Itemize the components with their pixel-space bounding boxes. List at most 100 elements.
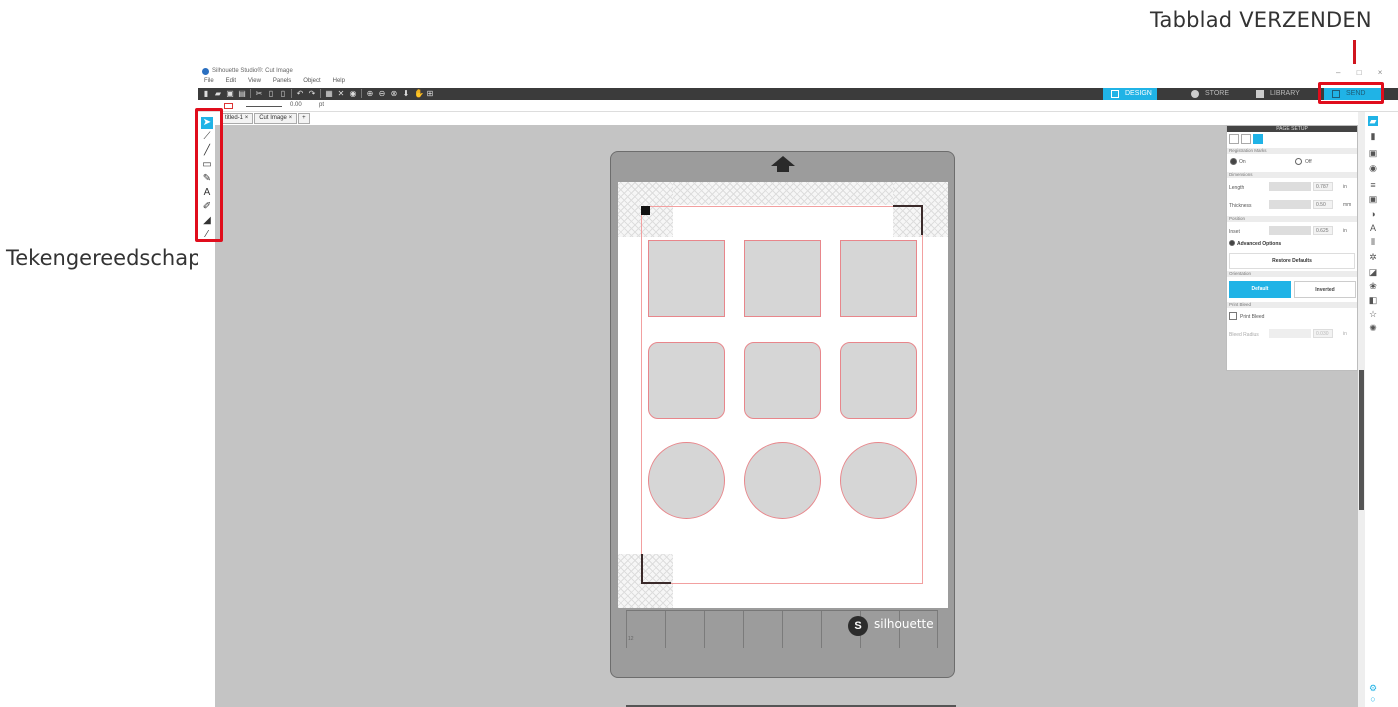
- zoom-in-icon[interactable]: ⊕: [366, 89, 374, 98]
- rounded-square-shape[interactable]: [648, 342, 725, 419]
- mat-grid-line: [782, 611, 783, 648]
- doc-tab-cut-image[interactable]: Cut Image ×: [254, 113, 298, 124]
- cutting-mat: S silhouette 12: [610, 151, 955, 678]
- advanced-options-toggle[interactable]: Advanced Options: [1237, 241, 1281, 247]
- menu-file[interactable]: File: [204, 78, 214, 88]
- panel-tab-page-icon[interactable]: [1229, 134, 1239, 144]
- circle-shape[interactable]: [648, 442, 725, 519]
- thickness-slider[interactable]: [1269, 200, 1311, 209]
- section-position: Position: [1227, 216, 1357, 222]
- line-style-selector[interactable]: [246, 106, 282, 107]
- redo-icon[interactable]: ↷: [308, 89, 316, 98]
- print-icon[interactable]: ▤: [238, 89, 246, 98]
- fill-icon[interactable]: ▣: [1368, 194, 1378, 204]
- open-folder-icon[interactable]: ▰: [214, 89, 222, 98]
- inset-slider[interactable]: [1269, 226, 1311, 235]
- rounded-square-shape[interactable]: [840, 342, 917, 419]
- new-file-icon[interactable]: ▮: [202, 89, 210, 98]
- bleed-radius-input[interactable]: 0.030: [1313, 329, 1333, 338]
- square-shape[interactable]: [744, 240, 821, 317]
- store-panel-icon[interactable]: ◉: [1368, 163, 1378, 173]
- square-shape[interactable]: [648, 240, 725, 317]
- menu-help[interactable]: Help: [333, 78, 345, 88]
- length-slider[interactable]: [1269, 182, 1311, 191]
- menu-view[interactable]: View: [248, 78, 261, 88]
- fit-page-icon[interactable]: ⊞: [426, 89, 434, 98]
- orientation-default-button[interactable]: Default: [1229, 281, 1291, 298]
- line-style-icon[interactable]: ≡: [1368, 180, 1378, 190]
- property-bar: 0.00 pt: [198, 100, 1398, 112]
- restore-defaults-button[interactable]: Restore Defaults: [1229, 253, 1355, 269]
- inset-input[interactable]: 0.625: [1313, 226, 1333, 235]
- close-tab-icon[interactable]: ×: [245, 115, 249, 121]
- screenshot-root: Tabblad VERZENDEN Tekengereedschap Silho…: [0, 0, 1398, 707]
- tab-design[interactable]: DESIGN: [1103, 88, 1157, 100]
- transparency-icon[interactable]: ◑: [1368, 209, 1378, 219]
- doc-tab-untitled[interactable]: titled-1 ×: [220, 113, 254, 124]
- save-icon[interactable]: ▣: [226, 89, 234, 98]
- undo-icon[interactable]: ↶: [296, 89, 304, 98]
- section-print-bleed: Print Bleed: [1227, 302, 1357, 308]
- line-width-input[interactable]: 0.00: [290, 102, 302, 108]
- modify-icon[interactable]: ◪: [1368, 267, 1378, 277]
- offset-icon[interactable]: ❀: [1368, 281, 1378, 291]
- pan-hand-icon[interactable]: ✋: [414, 89, 424, 98]
- circle-shape[interactable]: [840, 442, 917, 519]
- panel-tab-grid-icon[interactable]: [1241, 134, 1251, 144]
- refresh-icon[interactable]: ○: [1368, 694, 1378, 704]
- square-shape[interactable]: [840, 240, 917, 317]
- tab-library-label: LIBRARY: [1270, 90, 1300, 97]
- print-bleed-checkbox[interactable]: [1229, 312, 1237, 320]
- panel-tab-registration-icon[interactable]: [1253, 134, 1263, 144]
- menu-edit[interactable]: Edit: [226, 78, 236, 88]
- reg-marks-off-radio[interactable]: [1295, 158, 1302, 165]
- bleed-radius-label: Bleed Radius: [1229, 332, 1259, 338]
- vertical-scroll-thumb[interactable]: [1359, 370, 1364, 510]
- maximize-button[interactable]: □: [1357, 68, 1362, 77]
- line-color-swatch[interactable]: [224, 103, 233, 109]
- menu-object[interactable]: Object: [303, 78, 320, 88]
- rhinestone-icon[interactable]: ✺: [1368, 323, 1378, 333]
- pan-down-icon[interactable]: ⬇: [402, 89, 410, 98]
- align-icon[interactable]: ⫴: [1368, 237, 1378, 247]
- menu-panels[interactable]: Panels: [273, 78, 291, 88]
- trace-panel-icon[interactable]: ◧: [1368, 295, 1378, 305]
- sketch-icon[interactable]: ☆: [1368, 309, 1378, 319]
- tab-store[interactable]: STORE: [1183, 88, 1233, 100]
- bleed-radius-slider[interactable]: [1269, 329, 1311, 338]
- minimize-button[interactable]: –: [1336, 68, 1340, 77]
- reg-marks-on-radio[interactable]: [1230, 158, 1237, 165]
- tab-library[interactable]: LIBRARY: [1248, 88, 1308, 100]
- close-tab-icon[interactable]: ×: [289, 115, 293, 121]
- length-unit: in: [1343, 184, 1347, 190]
- settings-gear-icon[interactable]: ⚙: [1368, 683, 1378, 693]
- send-tab-annotation: Tabblad VERZENDEN: [1150, 8, 1372, 32]
- orientation-inverted-button[interactable]: Inverted: [1294, 281, 1356, 298]
- zoom-select-icon[interactable]: ⊗: [390, 89, 398, 98]
- trace-icon[interactable]: ◉: [349, 89, 357, 98]
- thickness-unit: mm: [1343, 202, 1352, 208]
- send-panel-icon[interactable]: ▮: [1368, 131, 1378, 141]
- group-icon[interactable]: ▦: [325, 89, 333, 98]
- tab-store-label: STORE: [1205, 90, 1229, 97]
- rounded-square-shape[interactable]: [744, 342, 821, 419]
- page-area[interactable]: [618, 182, 948, 608]
- cut-icon[interactable]: ✂: [255, 89, 263, 98]
- page-setup-icon[interactable]: ▰: [1368, 116, 1378, 126]
- paste-icon[interactable]: ▯: [279, 89, 287, 98]
- delete-icon[interactable]: ✕: [337, 89, 345, 98]
- new-tab-button[interactable]: +: [298, 113, 310, 124]
- grid-icon: [1111, 90, 1119, 98]
- zoom-out-icon[interactable]: ⊖: [378, 89, 386, 98]
- replicate-icon[interactable]: ✲: [1368, 252, 1378, 262]
- library-panel-icon[interactable]: ▣: [1368, 148, 1378, 158]
- expand-arrow-icon[interactable]: [1229, 240, 1235, 246]
- inset-unit: in: [1343, 228, 1347, 234]
- vertical-scrollbar[interactable]: [1358, 112, 1365, 707]
- text-style-icon[interactable]: A: [1368, 223, 1378, 233]
- length-input[interactable]: 0.787: [1313, 182, 1333, 191]
- copy-icon[interactable]: ▯: [267, 89, 275, 98]
- thickness-input[interactable]: 0.50: [1313, 200, 1333, 209]
- close-window-button[interactable]: ×: [1378, 68, 1383, 77]
- circle-shape[interactable]: [744, 442, 821, 519]
